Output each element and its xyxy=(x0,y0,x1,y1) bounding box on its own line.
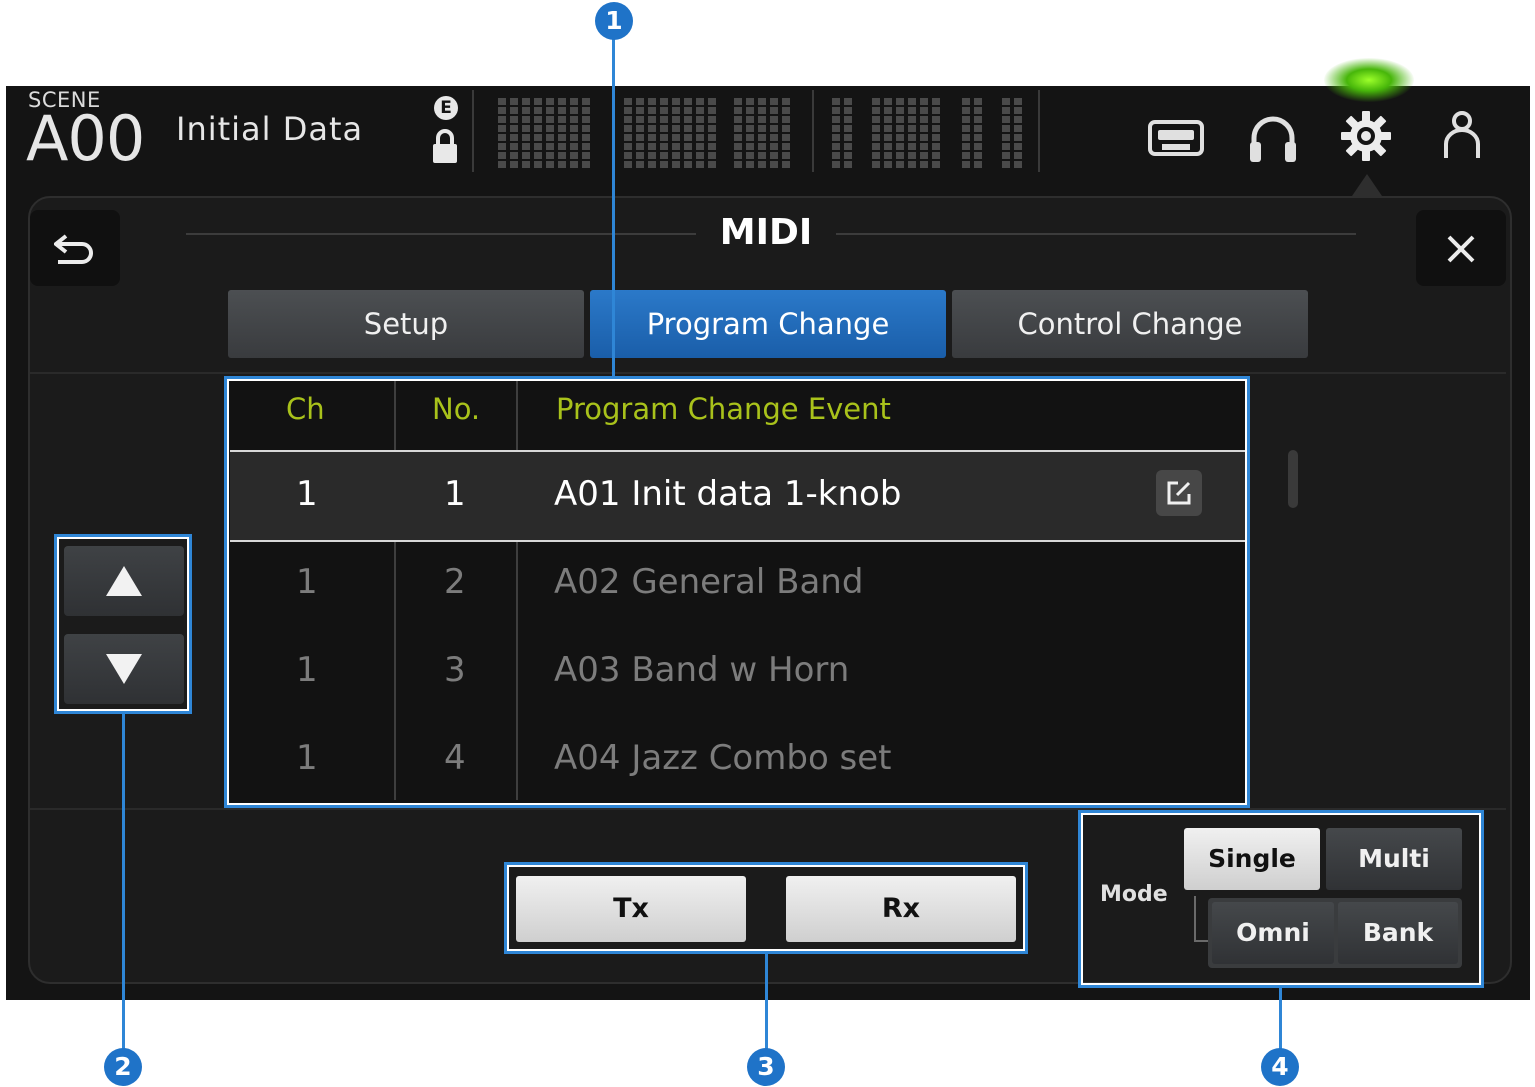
meter xyxy=(534,98,542,170)
meter xyxy=(624,98,632,170)
tab-pointer-icon xyxy=(1352,174,1382,196)
tab-divider xyxy=(30,372,1506,374)
meter xyxy=(844,98,852,170)
recorder-icon[interactable] xyxy=(1148,118,1204,158)
meter xyxy=(884,98,892,170)
meter xyxy=(672,98,680,170)
meter xyxy=(920,98,928,170)
meter xyxy=(546,98,554,170)
meter xyxy=(684,98,692,170)
meter xyxy=(932,98,940,170)
title-divider xyxy=(186,233,696,235)
table-scrollbar[interactable] xyxy=(1288,450,1298,508)
close-button[interactable] xyxy=(1416,210,1506,286)
close-icon xyxy=(1447,235,1475,263)
meter xyxy=(660,98,668,170)
callout-box-table xyxy=(224,376,1250,808)
back-button[interactable] xyxy=(30,210,120,286)
scene-number[interactable]: A00 xyxy=(26,104,145,174)
meter xyxy=(758,98,766,170)
gear-icon[interactable] xyxy=(1340,110,1392,162)
meter xyxy=(974,98,982,170)
callout-box-mode xyxy=(1078,810,1484,988)
meter xyxy=(636,98,644,170)
callout-line xyxy=(1279,986,1282,1050)
meter xyxy=(1002,98,1010,170)
meter xyxy=(582,98,590,170)
meter xyxy=(498,98,506,170)
meter xyxy=(570,98,578,170)
level-meters xyxy=(472,90,1040,172)
callout-number: 4 xyxy=(1261,1048,1299,1086)
callout-number: 3 xyxy=(747,1048,785,1086)
meter xyxy=(1014,98,1022,170)
meter-divider xyxy=(812,90,814,172)
callout-line xyxy=(765,952,768,1052)
meter xyxy=(708,98,716,170)
title-divider xyxy=(836,233,1356,235)
edit-indicator-icon: E xyxy=(434,96,458,120)
back-arrow-icon xyxy=(54,234,93,264)
meter xyxy=(558,98,566,170)
meter xyxy=(962,98,970,170)
callout-number: 1 xyxy=(595,2,633,40)
tab-control-change[interactable]: Control Change xyxy=(952,290,1308,358)
meter xyxy=(648,98,656,170)
meter xyxy=(782,98,790,170)
panel-title: MIDI xyxy=(719,212,813,253)
tab-program-change[interactable]: Program Change xyxy=(590,290,946,358)
active-indicator xyxy=(1324,58,1414,102)
meter xyxy=(510,98,518,170)
tab-setup[interactable]: Setup xyxy=(228,290,584,358)
meter xyxy=(770,98,778,170)
meter xyxy=(908,98,916,170)
meter xyxy=(734,98,742,170)
callout-box-scroll xyxy=(54,534,192,714)
headphones-icon[interactable] xyxy=(1246,112,1300,164)
callout-line xyxy=(612,38,615,378)
meter xyxy=(522,98,530,170)
callout-line xyxy=(122,712,125,1050)
meter xyxy=(872,98,880,170)
lock-icon xyxy=(433,129,457,163)
meter xyxy=(746,98,754,170)
user-icon[interactable] xyxy=(1442,110,1482,160)
meter xyxy=(896,98,904,170)
scene-title[interactable]: Initial Data xyxy=(176,110,363,148)
callout-number: 2 xyxy=(104,1048,142,1086)
callout-box-txrx xyxy=(504,862,1028,954)
meter xyxy=(696,98,704,170)
meter xyxy=(832,98,840,170)
